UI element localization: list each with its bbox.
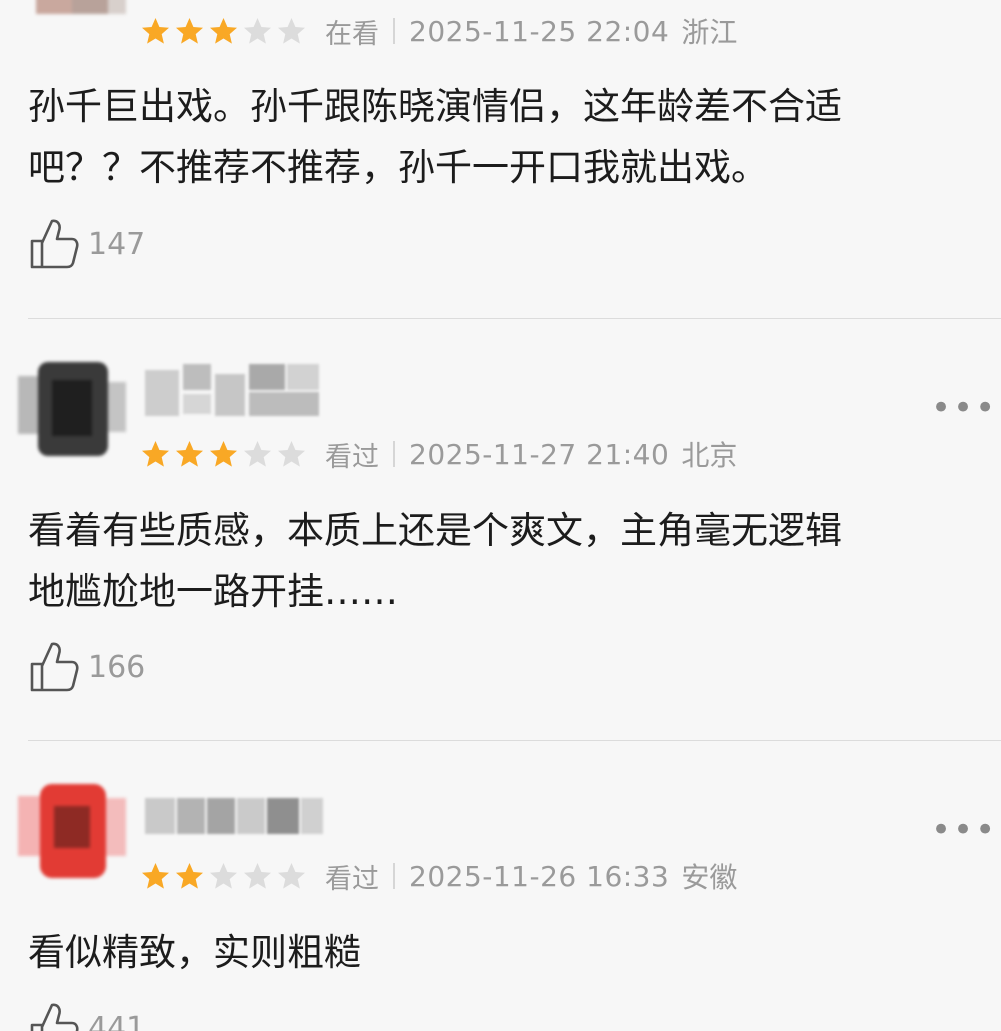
review-divider [28, 318, 1001, 319]
thumbs-up-icon[interactable] [28, 640, 80, 694]
meta-divider [393, 863, 395, 889]
username[interactable] [145, 798, 325, 850]
star-filled-icon [176, 440, 203, 467]
star-filled-icon [176, 862, 203, 889]
star-filled-icon [142, 862, 169, 889]
star-empty-icon [244, 440, 271, 467]
thumbs-up-icon[interactable] [28, 1001, 80, 1031]
star-filled-icon [210, 17, 237, 44]
more-options-button[interactable]: ••• [931, 813, 995, 847]
watch-status: 看过 [325, 863, 379, 895]
review-text-line: 孙千巨出戏。孙千跟陈晓演情侣，这年龄差不合适 [28, 85, 842, 128]
review-list: 在看 2025-11-25 22:04 浙江 孙千巨出戏。孙千跟陈晓演情侣，这年… [0, 0, 1001, 1031]
review-datetime: 2025-11-26 16:33 [409, 859, 670, 893]
review-text-line: 吧？？不推荐不推荐，孙千一开口我就出戏。 [28, 146, 768, 189]
review-text: 孙千巨出戏。孙千跟陈晓演情侣，这年龄差不合适 吧？？不推荐不推荐，孙千一开口我就… [28, 76, 1001, 198]
star-empty-icon [278, 17, 305, 44]
review-meta: 看过 2025-11-26 16:33 安徽 [140, 856, 737, 896]
like-count: 441 [88, 1010, 146, 1031]
thumbs-up-icon[interactable] [28, 217, 80, 271]
review-text-line: 看着有些质感，本质上还是个爽文，主角毫无逻辑 [28, 509, 842, 552]
review-text: 看似精致，实则粗糙 [28, 922, 1001, 983]
review-location: 浙江 [681, 16, 738, 49]
star-rating [140, 16, 307, 47]
review-text-line: 看似精致，实则粗糙 [28, 931, 361, 974]
like-row: 147 [28, 216, 145, 272]
like-row: 441 [28, 1000, 145, 1031]
star-filled-icon [210, 440, 237, 467]
star-rating [140, 439, 307, 470]
like-count: 166 [88, 649, 146, 685]
like-count: 147 [88, 226, 146, 262]
meta-divider [393, 18, 395, 44]
review-datetime: 2025-11-27 21:40 [409, 437, 670, 471]
star-empty-icon [278, 440, 305, 467]
star-filled-icon [142, 17, 169, 44]
watch-status: 在看 [325, 18, 379, 50]
review-text: 看着有些质感，本质上还是个爽文，主角毫无逻辑 地尴尬地一路开挂…… [28, 500, 1001, 622]
avatar[interactable] [18, 0, 126, 34]
like-row: 166 [28, 639, 145, 695]
review-location: 北京 [681, 439, 738, 472]
star-empty-icon [278, 862, 305, 889]
star-empty-icon [210, 862, 237, 889]
avatar[interactable] [18, 784, 126, 878]
star-filled-icon [176, 17, 203, 44]
review-text-line: 地尴尬地一路开挂…… [28, 570, 398, 613]
star-filled-icon [142, 440, 169, 467]
watch-status: 看过 [325, 441, 379, 473]
avatar[interactable] [18, 362, 126, 456]
more-options-button[interactable]: ••• [931, 391, 995, 425]
review-divider [28, 740, 1001, 741]
review-meta: 看过 2025-11-27 21:40 北京 [140, 434, 737, 474]
review-location: 安徽 [681, 861, 738, 894]
username[interactable] [145, 364, 325, 416]
meta-divider [393, 441, 395, 467]
star-empty-icon [244, 17, 271, 44]
review-datetime: 2025-11-25 22:04 [409, 14, 670, 48]
star-empty-icon [244, 862, 271, 889]
review-meta: 在看 2025-11-25 22:04 浙江 [140, 11, 737, 51]
star-rating [140, 861, 307, 892]
